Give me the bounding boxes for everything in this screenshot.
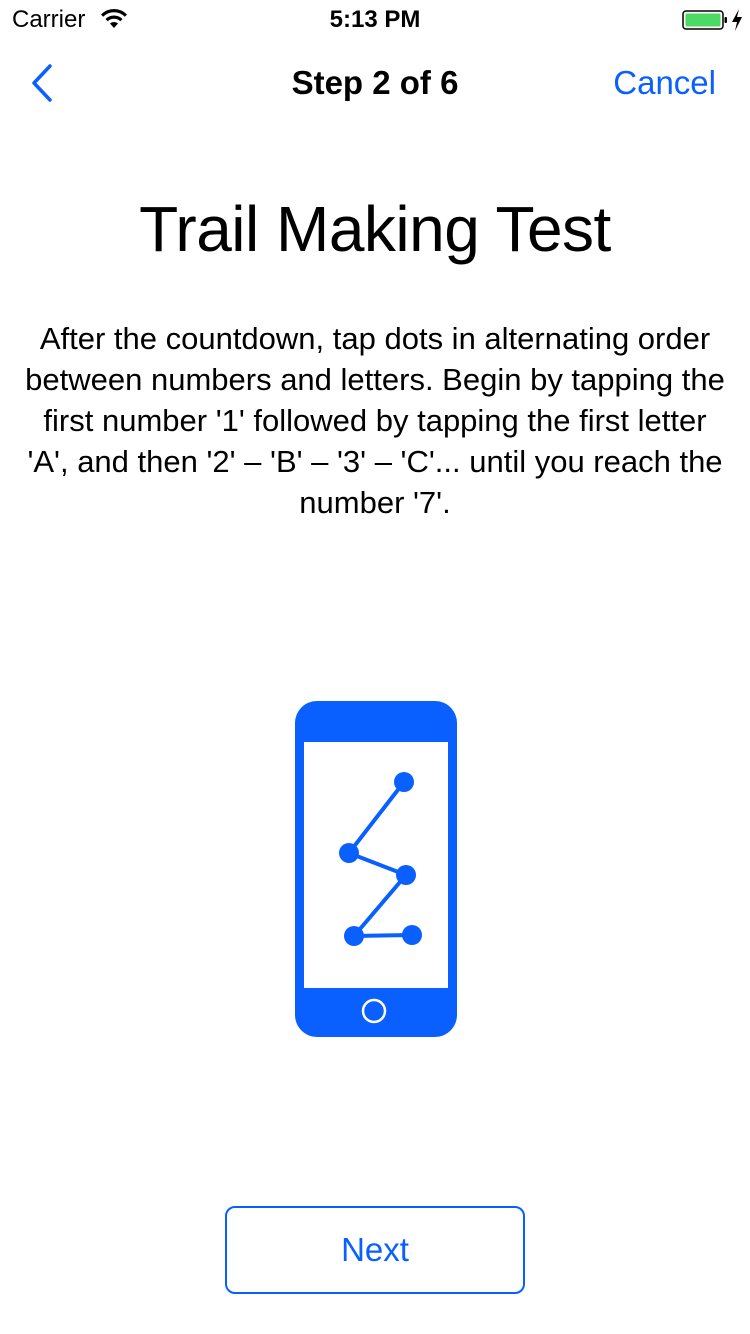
instructions-text: After the countdown, tap dots in alterna… (25, 321, 725, 520)
phone-trail-icon (295, 701, 457, 1037)
page-title: Trail Making Test (139, 193, 611, 265)
cancel-button[interactable]: Cancel (613, 64, 716, 102)
status-bar: Carrier 5:13 PM (0, 0, 750, 40)
clock: 5:13 PM (329, 6, 421, 33)
charging-icon (732, 9, 742, 31)
next-button[interactable]: Next (225, 1206, 525, 1294)
navigation-bar: Step 2 of 6 Cancel (0, 40, 750, 128)
battery-icon (682, 10, 727, 30)
